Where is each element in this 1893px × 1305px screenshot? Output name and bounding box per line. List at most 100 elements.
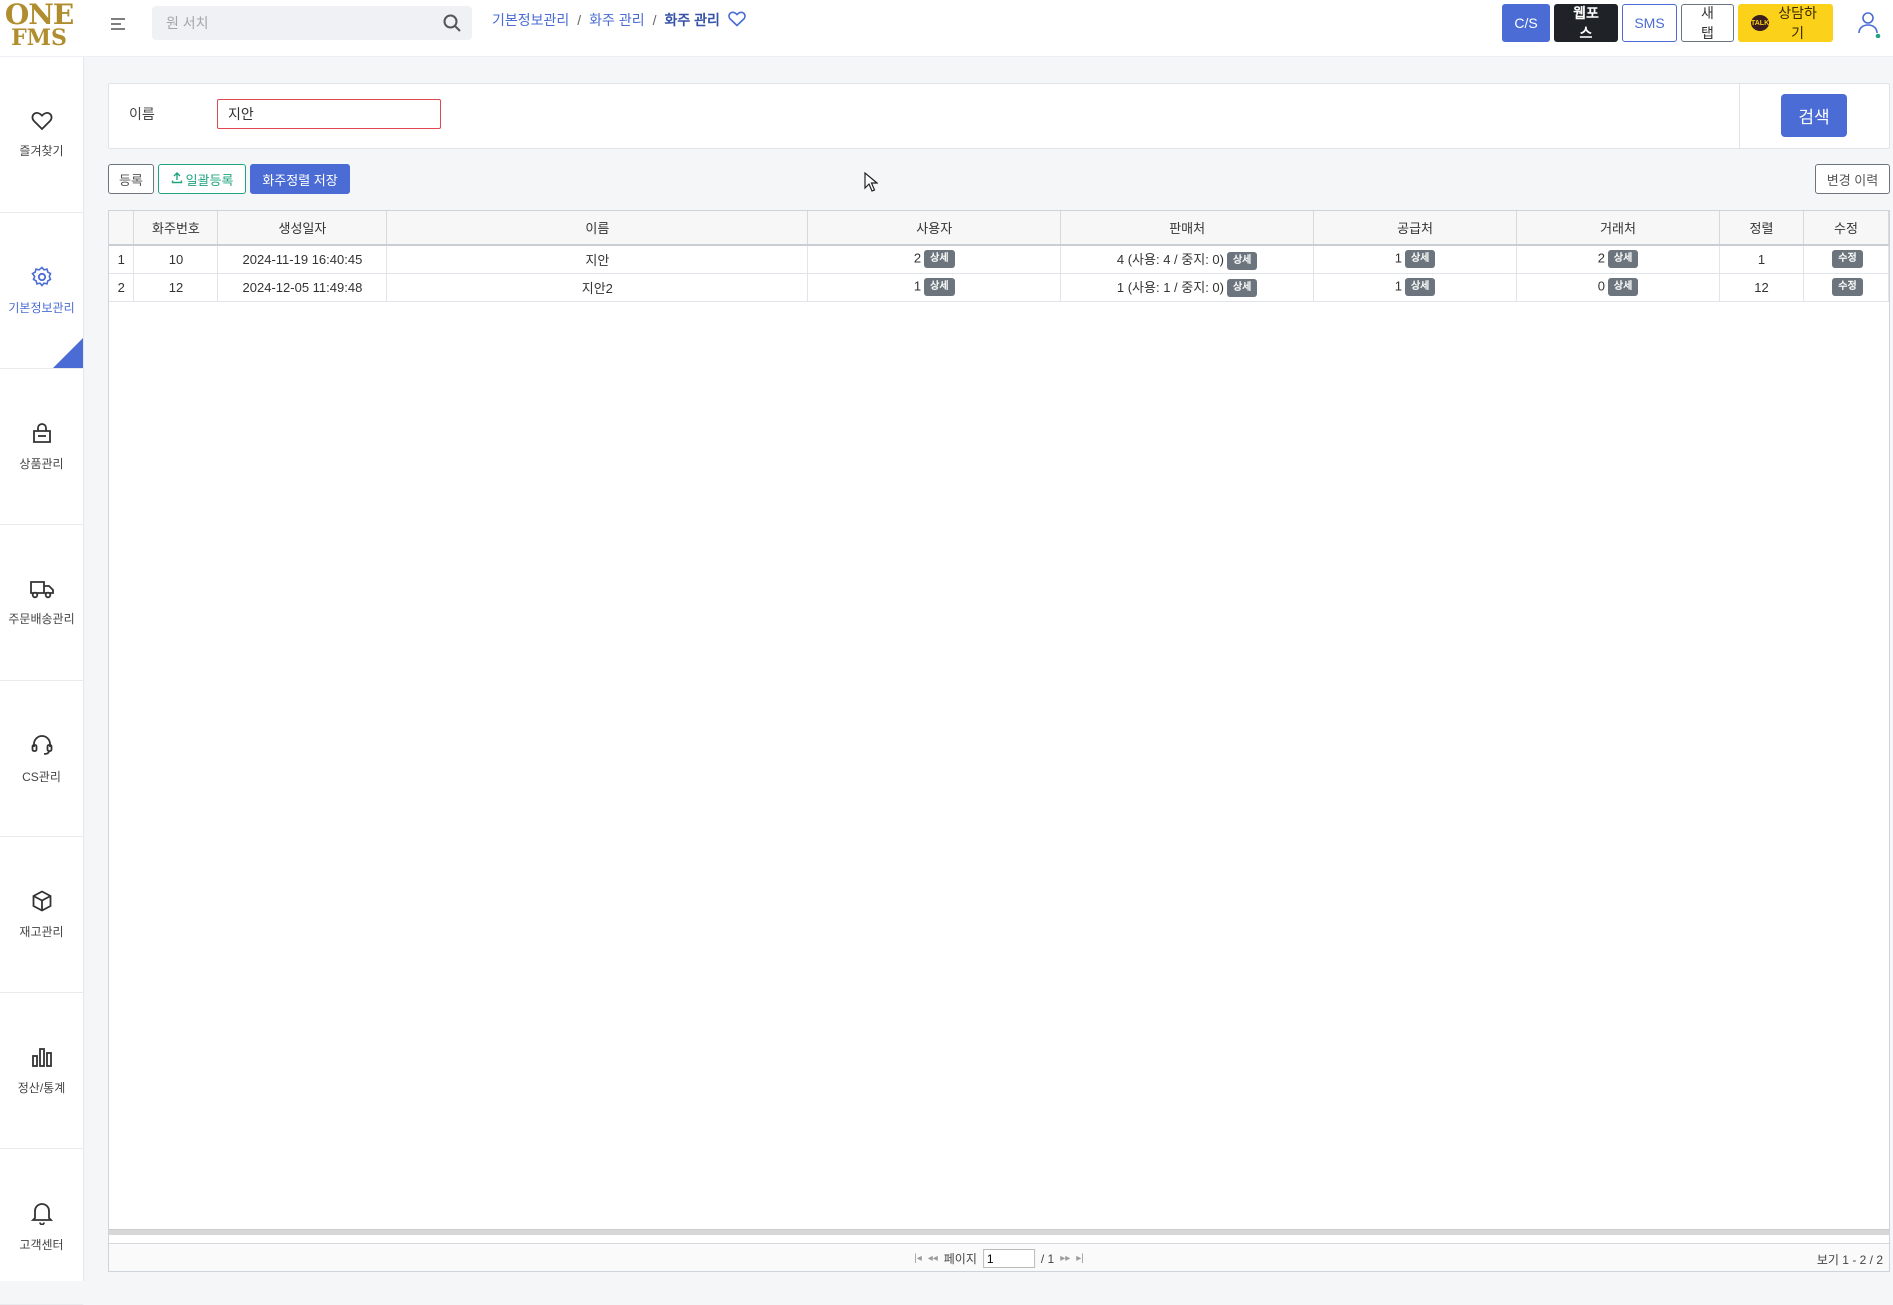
headset-icon [30,733,54,760]
sidebar-item-products[interactable]: 상품관리 [0,369,83,525]
cell-partners: 0 상세 [1516,273,1720,302]
cell-created: 2024-11-19 16:40:45 [217,245,388,274]
column-header-id[interactable]: 화주번호 [133,211,219,246]
page-total: / 1 [1040,1251,1055,1266]
menu-toggle-icon[interactable] [108,14,128,34]
column-header-users[interactable]: 사용자 [807,211,1062,246]
last-page-icon[interactable]: ▸| [1076,1253,1084,1264]
breadcrumb-item-shipper[interactable]: 화주 관리 [589,10,644,30]
app-logo[interactable]: ONE FMS [5,0,74,51]
bar-chart-icon [31,1046,53,1071]
column-header-edit: 수정 [1803,211,1890,246]
column-header-suppliers[interactable]: 공급처 [1313,211,1518,246]
column-header-name[interactable]: 이름 [386,211,809,246]
cell-id: 10 [133,245,219,274]
table-row[interactable]: 2 12 2024-12-05 11:49:48 지안2 1 상세 1 (사용: … [109,273,1890,302]
change-history-button[interactable]: 변경 이력 [1815,164,1890,194]
partners-detail-button[interactable]: 상세 [1607,250,1639,269]
upload-icon [171,171,183,187]
mouse-cursor-icon [864,171,879,196]
horizontal-scrollbar[interactable] [109,1229,1889,1235]
kakao-consult-button[interactable]: TALK 상담하기 [1738,4,1833,42]
column-header-sort[interactable]: 정렬 [1719,211,1804,246]
suppliers-detail-button[interactable]: 상세 [1404,250,1436,269]
sidebar-item-label: 즐겨찾기 [19,143,64,158]
sidebar-item-orders[interactable]: 주문배송관리 [0,525,83,681]
partners-count: 0 [1597,278,1605,294]
partners-count: 2 [1597,250,1605,266]
pager-controls: |◂ ◂◂ 페이지 / 1 ▸▸ ▸| [914,1249,1084,1268]
sidebar-item-favorites[interactable]: 즐겨찾기 [0,57,83,213]
pager: |◂ ◂◂ 페이지 / 1 ▸▸ ▸| 보기 1 - 2 / 2 [109,1243,1889,1271]
favorite-heart-icon[interactable] [728,11,746,30]
truck-icon [29,579,55,602]
sellers-count: 1 (사용: 1 / 중지: 0) [1116,279,1224,295]
row-number-header [109,211,135,246]
sellers-count: 4 (사용: 4 / 중지: 0) [1116,251,1224,267]
users-count: 2 [913,250,922,266]
partners-detail-button[interactable]: 상세 [1607,278,1639,296]
top-bar: ONE FMS 기본정보관리 / 화주 관리 / 화주 관리 C/S 웹포스 S… [0,0,1893,57]
cs-button[interactable]: C/S [1502,4,1550,42]
breadcrumb-separator: / [652,12,657,28]
cell-users: 1 상세 [807,273,1062,302]
sidebar-item-cs[interactable]: CS관리 [0,681,83,837]
sellers-detail-button[interactable]: 상세 [1226,251,1258,270]
sidebar-item-basic-info[interactable]: 기본정보관리 [0,213,83,369]
first-page-icon[interactable]: |◂ [914,1253,922,1264]
action-toolbar: 등록 일괄등록 화주정렬 저장 [108,164,350,194]
edit-button[interactable]: 수정 [1832,278,1863,296]
cell-created: 2024-12-05 11:49:48 [217,273,388,302]
shipper-grid: 화주번호 생성일자 이름 사용자 판매처 공급처 거래처 정렬 수정 1 10 … [108,210,1890,1272]
sidebar: 즐겨찾기 기본정보관리 상품관리 주문배송관리 CS관리 재고관리 정산/통계 … [0,57,84,1305]
column-header-created[interactable]: 생성일자 [217,211,388,246]
sidebar-item-inventory[interactable]: 재고관리 [0,837,83,993]
edit-button[interactable]: 수정 [1832,250,1863,269]
cell-suppliers: 1 상세 [1313,245,1518,274]
sidebar-item-label: 기본정보관리 [8,300,75,315]
sellers-detail-button[interactable]: 상세 [1226,279,1258,298]
users-detail-button[interactable]: 상세 [924,278,955,296]
sidebar-item-customer-center[interactable]: 고객센터 [0,1149,83,1305]
users-count: 1 [913,278,922,294]
breadcrumb-separator: / [577,12,582,28]
cell-edit: 수정 [1803,273,1890,302]
prev-page-icon[interactable]: ◂◂ [928,1253,938,1264]
suppliers-detail-button[interactable]: 상세 [1404,278,1436,296]
column-header-sellers[interactable]: 판매처 [1060,211,1315,246]
column-header-partners[interactable]: 거래처 [1516,211,1720,246]
name-input[interactable] [217,99,441,129]
suppliers-count: 1 [1394,278,1402,294]
search-icon[interactable] [442,13,462,37]
sidebar-item-label: 주문배송관리 [8,611,75,626]
cell-name: 지안 [386,245,809,274]
breadcrumb-current: 화주 관리 [664,12,720,28]
cell-partners: 2 상세 [1516,245,1720,274]
breadcrumb-item-basic-info[interactable]: 기본정보관리 [492,10,569,30]
table-row[interactable]: 1 10 2024-11-19 16:40:45 지안 2 상세 4 (사용: 4… [109,245,1890,274]
box-icon [31,889,53,915]
cell-suppliers: 1 상세 [1313,273,1518,302]
search-input[interactable] [166,15,426,31]
next-page-icon[interactable]: ▸▸ [1060,1253,1070,1264]
row-number: 2 [109,273,135,302]
cell-sellers: 4 (사용: 4 / 중지: 0) 상세 [1060,245,1315,274]
breadcrumb: 기본정보관리 / 화주 관리 / 화주 관리 [492,10,746,30]
sidebar-item-label: 재고관리 [19,924,64,939]
sidebar-item-label: CS관리 [22,769,61,784]
sidebar-item-settlement[interactable]: 정산/통계 [0,993,83,1149]
logo-line2: FMS [11,25,67,51]
save-shipper-order-button[interactable]: 화주정렬 저장 [250,164,350,194]
search-button[interactable]: 검색 [1781,94,1847,137]
users-detail-button[interactable]: 상세 [924,250,955,269]
page-input[interactable] [982,1249,1035,1268]
shipper-table: 화주번호 생성일자 이름 사용자 판매처 공급처 거래처 정렬 수정 1 10 … [109,211,1890,302]
bulk-register-button[interactable]: 일괄등록 [158,164,246,194]
register-button[interactable]: 등록 [108,164,154,194]
user-profile-icon[interactable] [1857,10,1881,39]
cell-id: 12 [133,273,219,302]
webpos-button[interactable]: 웹포스 [1554,4,1618,42]
sms-button[interactable]: SMS [1622,4,1677,42]
suppliers-count: 1 [1394,250,1402,266]
new-tab-button[interactable]: 새 탭 [1681,4,1734,42]
